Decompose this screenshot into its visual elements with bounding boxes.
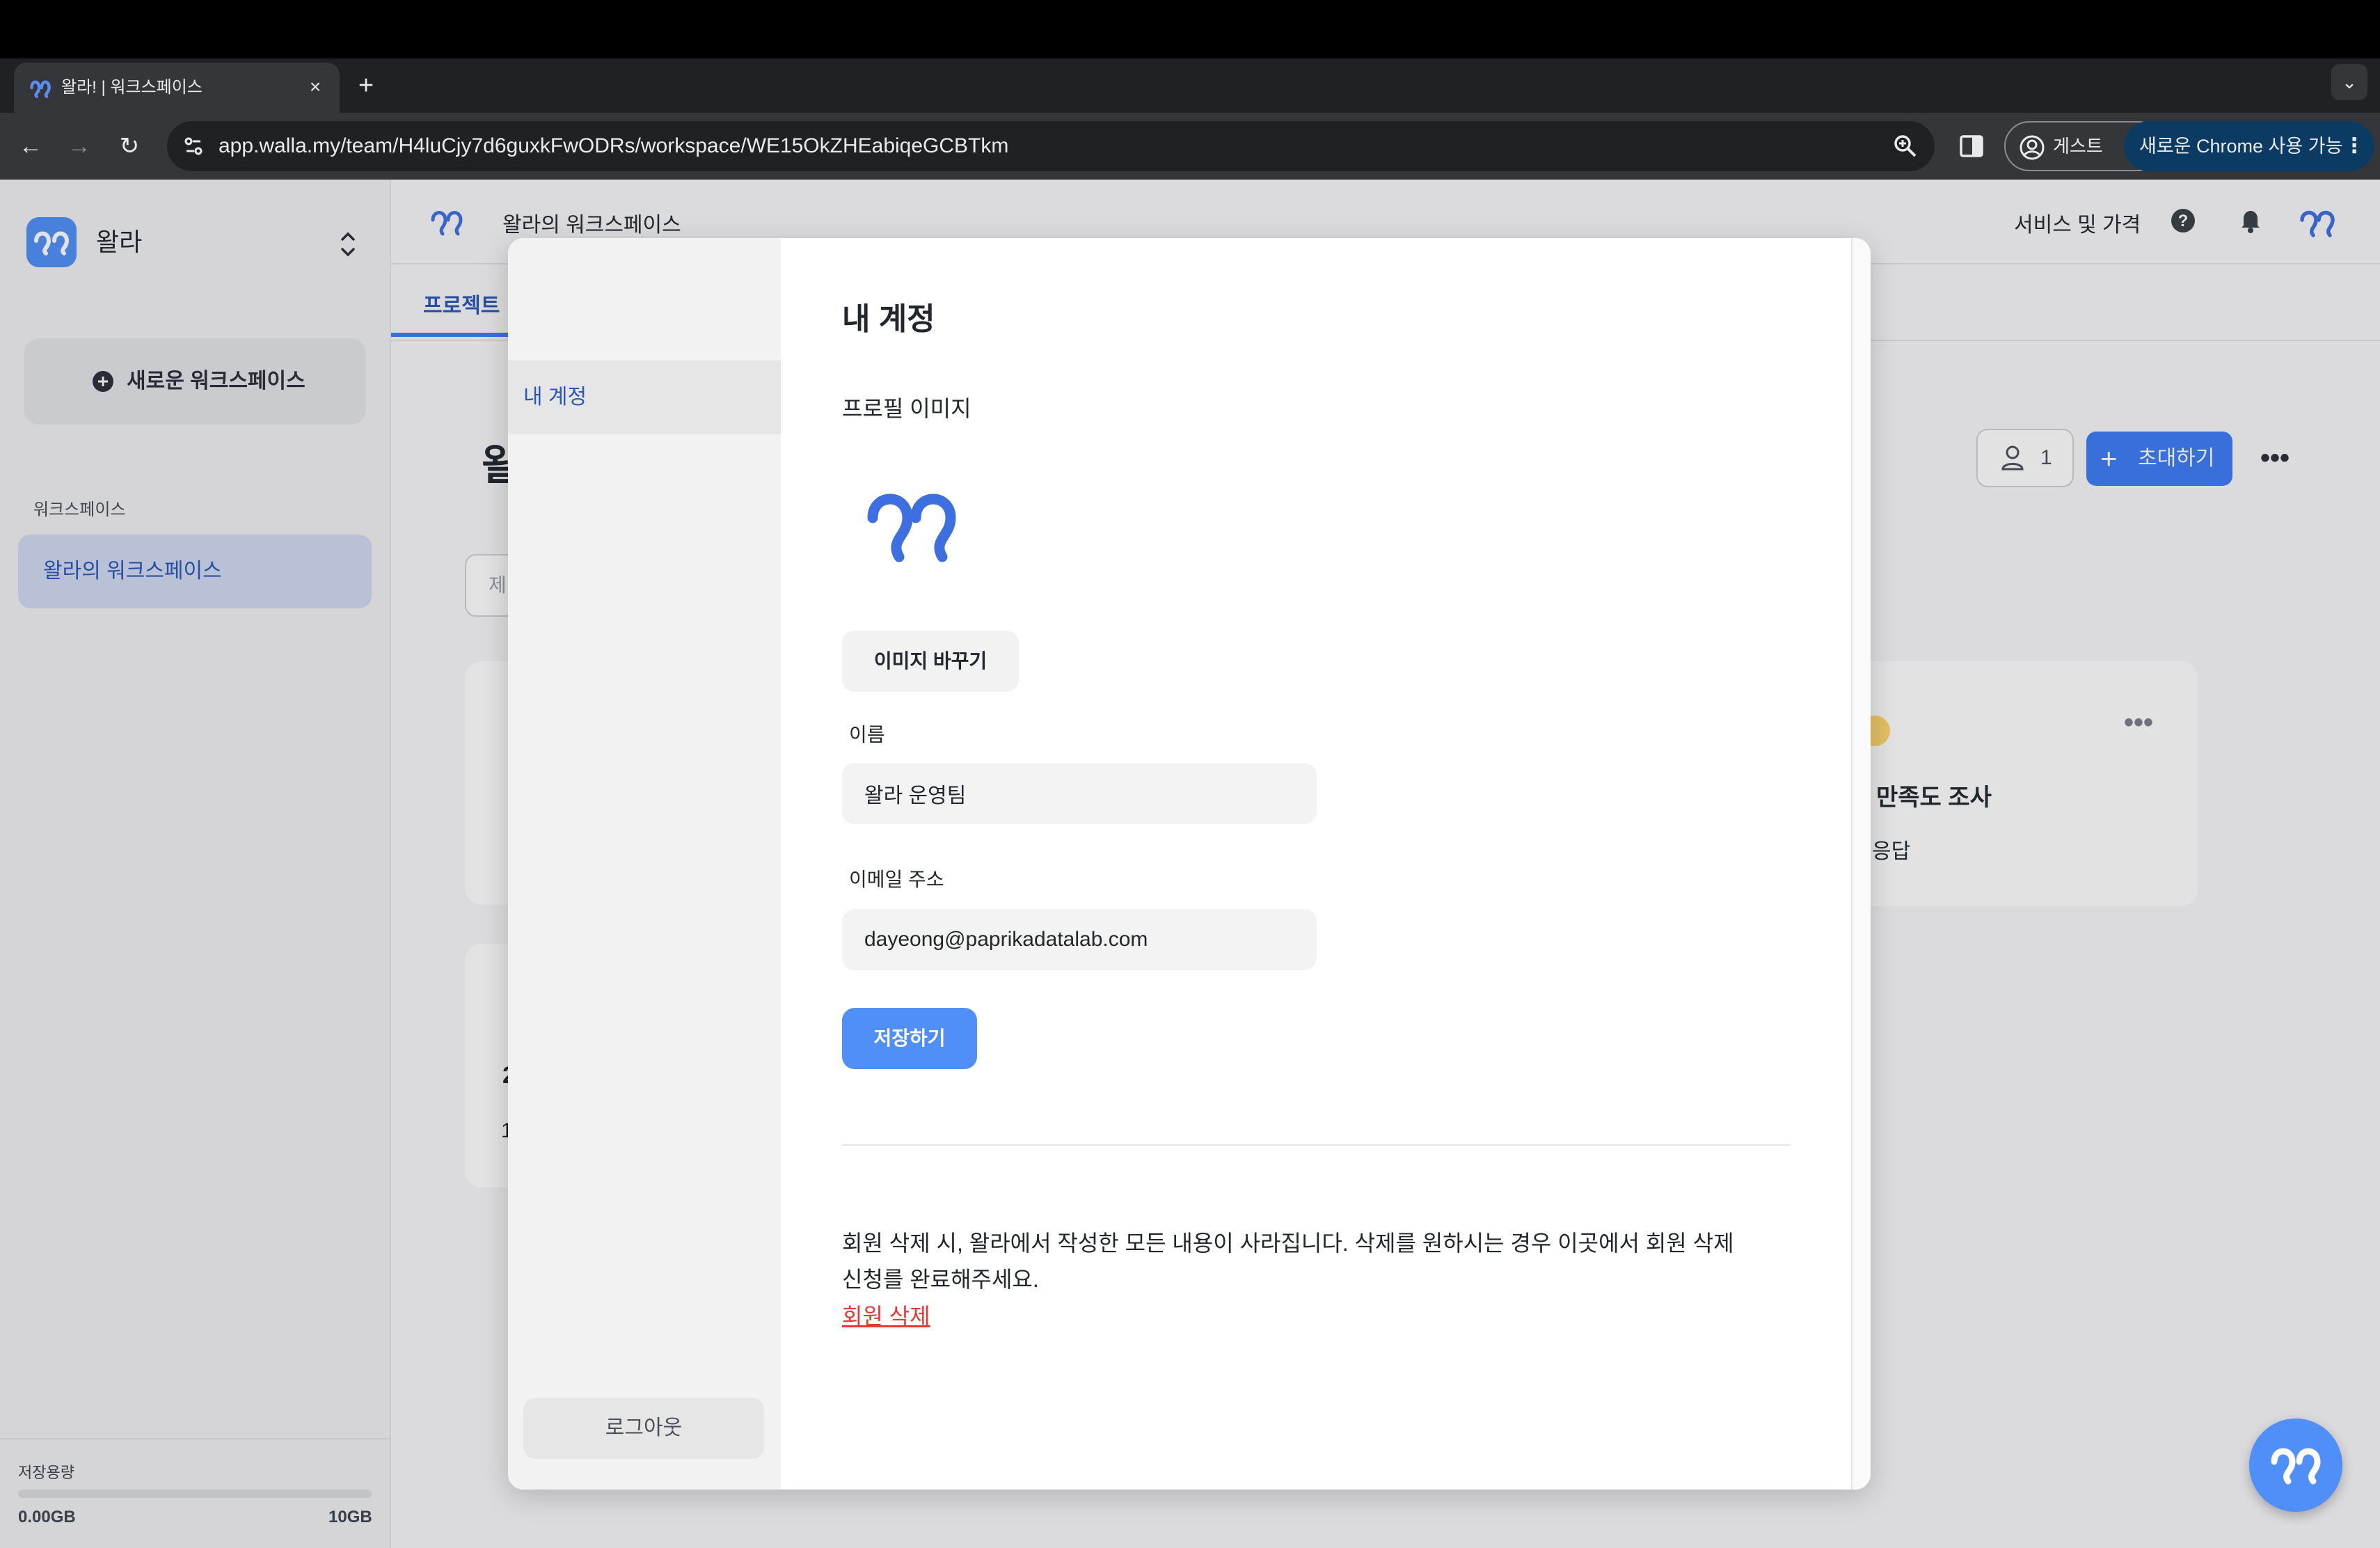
delete-warning-text: 회원 삭제 시, 왈라에서 작성한 모든 내용이 사라집니다. 삭제를 원하시는… [842, 1225, 1788, 1297]
email-field[interactable] [842, 909, 1317, 970]
modal-scrollbar[interactable] [1851, 238, 1871, 1490]
url-text: app.walla.my/team/H4luCjy7d6guxkFwODRs/w… [219, 134, 1009, 157]
site-settings-icon[interactable] [178, 131, 209, 161]
name-field[interactable] [842, 763, 1317, 824]
address-bar[interactable]: app.walla.my/team/H4luCjy7d6guxkFwODRs/w… [167, 121, 1935, 171]
reload-icon[interactable]: ↻ [111, 128, 148, 164]
profile-image-label: 프로필 이미지 [842, 396, 971, 421]
delete-warning-line: 회원 삭제 시, 왈라에서 작성한 모든 내용이 사라집니다. 삭제를 원하시는… [842, 1231, 1734, 1256]
delete-account-link[interactable]: 회원 삭제 [842, 1299, 930, 1331]
chrome-update-button[interactable]: 새로운 Chrome 사용 가능 ⋮ [2124, 121, 2374, 171]
logout-button[interactable]: 로그아웃 [523, 1398, 764, 1459]
guest-label: 게스트 [2053, 136, 2103, 157]
system-top-bar [0, 0, 2380, 58]
delete-warning-line: 신청를 완료해주세요. [842, 1267, 1039, 1292]
name-label: 이름 [849, 724, 885, 745]
tab-search-button[interactable]: ⌄ [2331, 64, 2367, 100]
back-icon[interactable]: ← [13, 128, 49, 164]
profile-image [867, 493, 956, 562]
zoom-icon[interactable] [1890, 131, 1921, 161]
walla-favicon-icon [30, 80, 51, 98]
email-label: 이메일 주소 [849, 869, 944, 890]
change-image-button[interactable]: 이미지 바꾸기 [842, 631, 1019, 692]
forward-icon[interactable]: → [61, 128, 97, 164]
modal-nav: 내 계정 로그아웃 [508, 238, 781, 1490]
help-chat-button[interactable] [2249, 1419, 2342, 1512]
tab-close-icon[interactable]: × [301, 72, 330, 102]
kebab-menu-icon[interactable]: ⋮ [2344, 121, 2365, 171]
profile-icon [2020, 135, 2045, 160]
save-button[interactable]: 저장하기 [842, 1008, 977, 1069]
modal-title: 내 계정 [842, 302, 935, 336]
modal-nav-item-label: 내 계정 [523, 386, 587, 409]
account-modal: 내 계정 로그아웃 내 계정 프로필 이미지 이미지 바꾸기 이름 이메일 주소… [508, 238, 1871, 1490]
new-tab-button[interactable]: + [349, 70, 383, 103]
side-panel-icon[interactable] [1958, 131, 1986, 161]
divider [842, 1144, 1790, 1146]
modal-nav-item-account[interactable]: 내 계정 [508, 361, 781, 434]
chrome-update-label: 새로운 Chrome 사용 가능 [2139, 136, 2343, 157]
browser-tab[interactable]: 왈라! | 워크스페이스 × [14, 63, 340, 113]
tab-title: 왈라! | 워크스페이스 [61, 78, 203, 97]
